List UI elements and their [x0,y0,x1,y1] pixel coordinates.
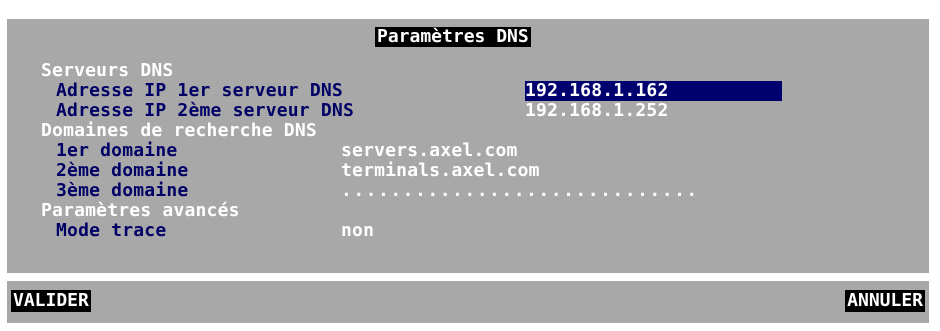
trace-mode-field[interactable]: non [341,221,374,241]
validate-button[interactable]: VALIDER [11,290,91,312]
section-search-domains: Domaines de recherche DNS [41,120,317,141]
window-title: Paramètres DNS [375,26,531,47]
dns-settings-window: Paramètres DNS Serveurs DNS Adresse IP 1… [5,17,931,275]
terminal-screen: Paramètres DNS Serveurs DNS Adresse IP 1… [0,0,940,331]
domain2-label: 2ème domaine [56,160,189,181]
server2-label: Adresse IP 2ème serveur DNS [56,100,354,121]
domain1-label: 1er domaine [56,140,178,161]
section-advanced: Paramètres avancés [41,200,240,221]
domain2-field[interactable]: terminals.axel.com [341,161,540,181]
cancel-button[interactable]: ANNULER [845,290,925,312]
server2-ip-field[interactable]: 192.168.1.252 [525,101,668,121]
domain1-field[interactable]: servers.axel.com [341,141,518,161]
section-dns-servers: Serveurs DNS [41,60,174,81]
domain3-label: 3ème domaine [56,180,189,201]
server1-ip-field[interactable]: 192.168.1.162 [525,81,782,101]
domain3-field[interactable]: ............................. [341,181,699,201]
server1-label: Adresse IP 1er serveur DNS [56,80,343,101]
footer-bar: VALIDER ANNULER [5,279,931,325]
trace-mode-label: Mode trace [56,220,167,241]
